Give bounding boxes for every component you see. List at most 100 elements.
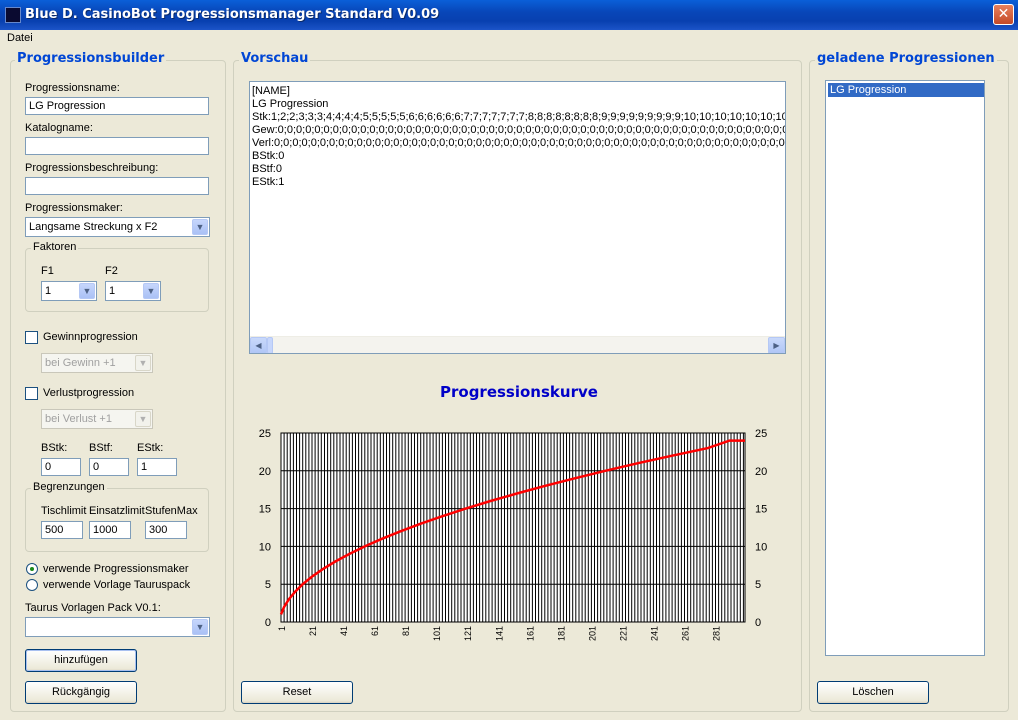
maker-label: Progressionsmaker: (25, 202, 123, 214)
delete-button[interactable]: Löschen (817, 681, 929, 704)
use-template-label: verwende Vorlage Tauruspack (43, 579, 191, 591)
estk-input[interactable]: 1 (137, 458, 177, 476)
stake-limit-label: Einsatzlimit (89, 505, 145, 517)
x-tick-label: 101 (432, 626, 442, 641)
loss-progression-select-value: bei Verlust +1 (45, 413, 112, 425)
maker-select[interactable]: Langsame Streckung x F2 ▼ (25, 217, 210, 237)
add-button[interactable]: hinzufügen (25, 649, 137, 672)
preview-line: BStk:0 (252, 150, 285, 162)
f1-select[interactable]: 1 ▼ (41, 281, 97, 301)
table-limit-input[interactable]: 500 (41, 521, 83, 539)
taurus-pack-select[interactable]: ▼ (25, 617, 210, 637)
catalog-name-label: Katalogname: (25, 122, 93, 134)
scroll-left-icon[interactable]: ◀ (250, 337, 267, 353)
use-template-radio[interactable] (26, 579, 38, 591)
bstf-label: BStf: (89, 442, 113, 454)
y-tick-label-right: 0 (755, 617, 761, 629)
win-progression-checkbox[interactable] (25, 331, 38, 344)
horizontal-scrollbar[interactable]: ◀ ▶ (250, 336, 785, 353)
use-maker-label: verwende Progressionsmaker (43, 563, 189, 575)
progressionsbuilder-group (10, 60, 226, 712)
taurus-pack-label: Taurus Vorlagen Pack V0.1: (25, 602, 161, 614)
window-title: Blue D. CasinoBot Progressionsmanager St… (25, 7, 440, 22)
loaded-progressions-list[interactable]: LG Progression (825, 80, 985, 656)
estk-label: EStk: (137, 442, 164, 454)
close-button[interactable]: ✕ (993, 4, 1014, 25)
limits-title: Begrenzungen (31, 481, 107, 493)
undo-button[interactable]: Rückgängig (25, 681, 137, 704)
win-progression-select[interactable]: bei Gewinn +1 ▼ (41, 353, 153, 373)
x-tick-label: 141 (494, 626, 504, 641)
x-tick-label: 281 (712, 626, 722, 641)
x-tick-label: 21 (308, 626, 318, 636)
y-tick-label-left: 10 (259, 541, 271, 553)
chevron-down-icon[interactable]: ▼ (192, 619, 208, 635)
x-tick-label: 61 (370, 626, 380, 636)
chevron-down-icon[interactable]: ▼ (192, 219, 208, 235)
preview-line: LG Progression (252, 98, 329, 110)
chevron-down-icon[interactable]: ▼ (79, 283, 95, 299)
factors-group (25, 248, 209, 312)
x-tick-label: 261 (680, 626, 690, 641)
y-tick-label-left: 5 (265, 579, 271, 591)
menu-datei[interactable]: Datei (7, 32, 33, 44)
progressionsbuilder-title: Progressionsbuilder (15, 51, 167, 66)
bstf-input[interactable]: 0 (89, 458, 129, 476)
f1-label: F1 (41, 265, 54, 277)
bstk-input[interactable]: 0 (41, 458, 81, 476)
title-bar: Blue D. CasinoBot Progressionsmanager St… (0, 0, 1018, 30)
y-tick-label-right: 20 (755, 466, 767, 478)
progression-name-input[interactable]: LG Progression (25, 97, 209, 115)
steps-max-input[interactable]: 300 (145, 521, 187, 539)
loss-progression-select[interactable]: bei Verlust +1 ▼ (41, 409, 153, 429)
x-tick-label: 241 (649, 626, 659, 641)
maker-select-value: Langsame Streckung x F2 (29, 221, 158, 233)
x-tick-label: 201 (587, 626, 597, 641)
f2-select[interactable]: 1 ▼ (105, 281, 161, 301)
catalog-name-input[interactable] (25, 137, 209, 155)
preview-title: Vorschau (239, 51, 311, 66)
description-input[interactable] (25, 177, 209, 195)
y-tick-label-left: 20 (259, 466, 271, 478)
preview-textarea[interactable]: [NAME] LG Progression Stk:1;2;2;3;3;3;4;… (249, 81, 786, 354)
x-tick-label: 221 (618, 626, 628, 641)
y-tick-label-right: 10 (755, 541, 767, 553)
menu-bar: Datei (0, 30, 1018, 47)
preview-line: Gew:0;0;0;0;0;0;0;0;0;0;0;0;0;0;0;0;0;0;… (252, 124, 786, 136)
reset-button[interactable]: Reset (241, 681, 353, 704)
list-item[interactable]: LG Progression (828, 83, 984, 97)
y-tick-label-right: 15 (755, 504, 767, 516)
loss-progression-label: Verlustprogression (43, 387, 135, 399)
f1-select-value: 1 (45, 285, 52, 297)
y-tick-label-right: 25 (755, 428, 767, 440)
scroll-right-icon[interactable]: ▶ (768, 337, 785, 353)
stake-limit-input[interactable]: 1000 (89, 521, 131, 539)
preview-line: BStf:0 (252, 163, 282, 175)
bstk-label: BStk: (41, 442, 68, 454)
chevron-down-icon: ▼ (135, 355, 151, 371)
x-tick-label: 161 (525, 626, 535, 641)
app-icon (5, 7, 21, 23)
progression-name-label: Progressionsname: (25, 82, 120, 94)
y-tick-label-left: 0 (265, 617, 271, 629)
factors-title: Faktoren (31, 241, 79, 253)
y-tick-label-left: 25 (259, 428, 271, 440)
x-tick-label: 181 (556, 626, 566, 641)
win-progression-select-value: bei Gewinn +1 (45, 357, 116, 369)
x-tick-label: 41 (339, 626, 349, 636)
f2-label: F2 (105, 265, 118, 277)
preview-line: [NAME] (252, 85, 290, 97)
f2-select-value: 1 (109, 285, 116, 297)
x-tick-label: 81 (401, 626, 411, 636)
table-limit-label: Tischlimit (41, 505, 87, 517)
scroll-thumb[interactable] (267, 337, 273, 353)
limits-group (25, 488, 209, 552)
chevron-down-icon[interactable]: ▼ (143, 283, 159, 299)
loaded-progressions-title: geladene Progressionen (815, 51, 997, 66)
preview-line: Stk:1;2;2;3;3;3;4;4;4;4;5;5;5;5;5;6;6;6;… (252, 111, 786, 123)
use-maker-radio[interactable] (26, 563, 38, 575)
x-tick-label: 1 (277, 626, 287, 631)
loss-progression-checkbox[interactable] (25, 387, 38, 400)
chevron-down-icon: ▼ (135, 411, 151, 427)
chart-title: Progressionskurve (440, 383, 598, 401)
